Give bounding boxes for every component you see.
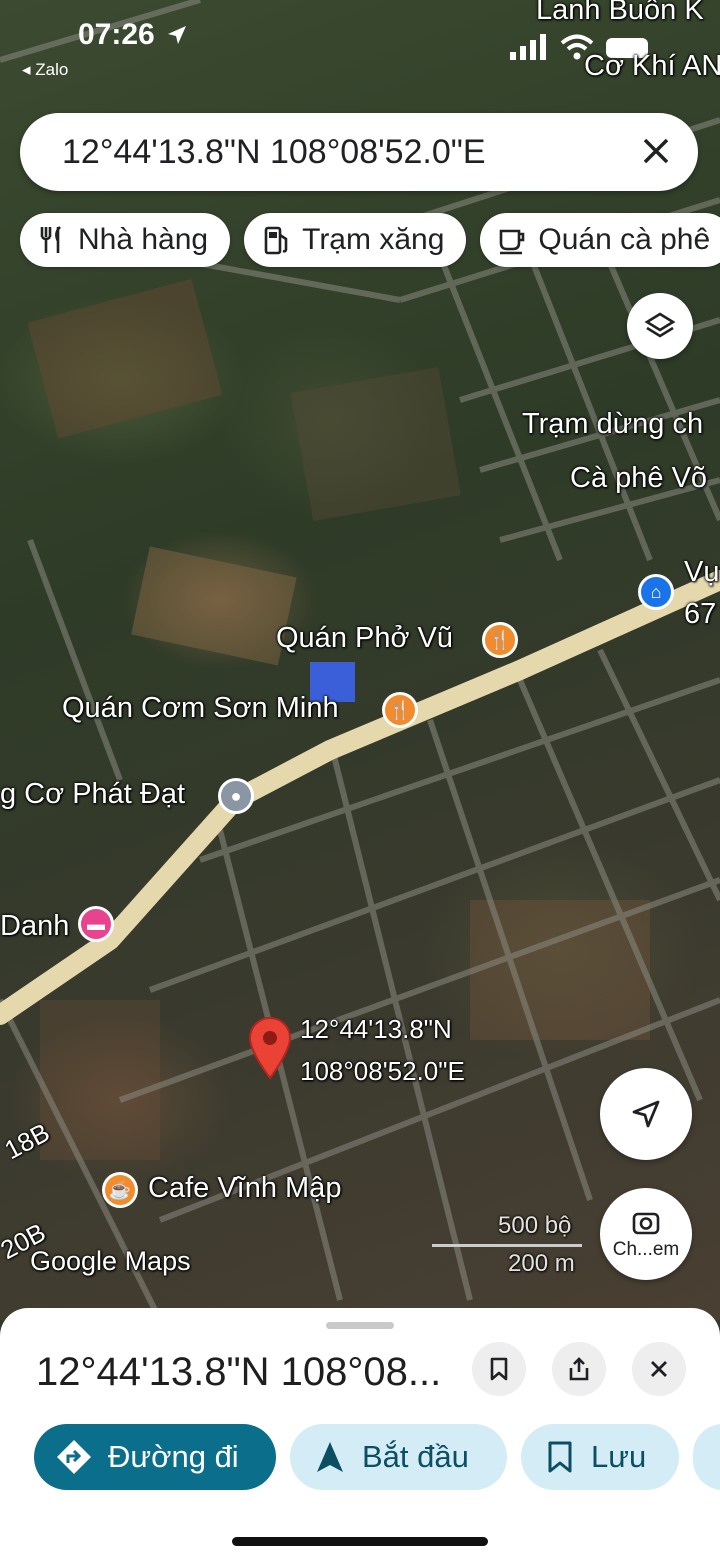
save-label: Lưu (591, 1439, 647, 1474)
cafe-pin-icon[interactable]: ☕ (102, 1172, 138, 1208)
pin-coordinates-lat: 12°44'13.8"N (300, 1014, 452, 1044)
map-label-cafe[interactable]: Cafe Vĩnh Mập (148, 1172, 341, 1205)
chip-coffee[interactable]: Quán cà phê (480, 213, 720, 267)
location-arrow-icon (168, 26, 186, 44)
map-label[interactable]: 67 (684, 598, 716, 631)
restaurant-pin-icon[interactable]: 🍴 (482, 622, 518, 658)
map-label-hotel[interactable]: Danh (0, 910, 69, 943)
map-label-restaurant[interactable]: Quán Cơm Sơn Minh (62, 692, 339, 725)
save-icon-button[interactable] (472, 1342, 526, 1396)
share-icon-button[interactable] (552, 1342, 606, 1396)
gas-station-icon (264, 226, 288, 255)
dropped-pin-icon[interactable] (248, 1016, 292, 1080)
close-icon (651, 1361, 667, 1377)
google-maps-logo: Google Maps (30, 1246, 191, 1276)
scale-feet: 500 bộ (498, 1212, 572, 1239)
navigation-arrow-icon (632, 1100, 660, 1128)
map-label-restaurant[interactable]: Quán Phở Vũ (276, 622, 453, 655)
chip-restaurants[interactable]: Nhà hàng (20, 213, 231, 267)
my-location-button[interactable] (600, 1068, 692, 1160)
save-button[interactable]: Lưu (521, 1424, 679, 1490)
place-bottom-sheet[interactable]: 12°44'13.8"N 108°08... Đường đi Bắt đầu (0, 1308, 720, 1560)
coffee-icon (500, 229, 525, 255)
directions-button[interactable]: Đường đi (34, 1424, 276, 1490)
camera-search-button[interactable]: Ch...em (600, 1188, 692, 1280)
map-label[interactable]: g Cơ Phát Đạt (0, 778, 185, 811)
category-chips: Nhà hàng Trạm xăng Quán cà phê (20, 213, 720, 267)
camera-icon (632, 1212, 660, 1235)
search-bar[interactable]: 12°44'13.8"N 108°08'52.0"E (20, 113, 698, 191)
restaurant-pin-icon[interactable]: 🍴 (382, 692, 418, 728)
restaurant-icon (40, 226, 61, 253)
search-query[interactable]: 12°44'13.8"N 108°08'52.0"E (62, 133, 486, 172)
place-title: 12°44'13.8"N 108°08... (36, 1350, 442, 1394)
start-button[interactable]: Bắt đầu (290, 1424, 507, 1490)
chip-gas-stations[interactable]: Trạm xăng (244, 213, 467, 267)
chip-label: Nhà hàng (78, 223, 209, 256)
directions-icon (57, 1440, 91, 1474)
close-sheet-button[interactable] (632, 1342, 686, 1396)
map-label[interactable]: Cà phê Võ (570, 462, 707, 495)
home-indicator[interactable] (232, 1537, 488, 1546)
share-icon (569, 1357, 589, 1381)
status-time: 07:26 (78, 18, 155, 51)
layers-icon (644, 312, 676, 338)
directions-label: Đường đi (108, 1439, 239, 1474)
map-label[interactable]: Lanh Buôn K (536, 0, 704, 27)
pin-coordinates-lng: 108°08'52.0"E (300, 1056, 465, 1086)
more-actions-button[interactable] (693, 1424, 720, 1490)
place-pin-icon[interactable]: ● (218, 778, 254, 814)
camera-label: Ch...em (612, 1239, 680, 1260)
bookmark-icon (548, 1441, 572, 1473)
map-label[interactable]: Vụ (684, 556, 719, 589)
map-label[interactable]: Trạm dừng ch (522, 408, 703, 441)
map-label[interactable]: Cơ Khí AN (584, 50, 720, 83)
clear-search-icon[interactable] (636, 131, 676, 171)
layers-button[interactable] (627, 293, 693, 359)
chip-label: Quán cà phê (538, 223, 711, 256)
shopping-pin-icon[interactable]: ⌂ (638, 574, 674, 610)
chip-label: Trạm xăng (302, 223, 445, 256)
sheet-drag-handle[interactable] (326, 1322, 394, 1329)
back-to-app-link[interactable]: ◂ Zalo (22, 60, 68, 80)
signal-icon (510, 34, 546, 60)
start-label: Bắt đầu (362, 1439, 469, 1474)
navigation-start-icon (317, 1442, 343, 1472)
scale-meters: 200 m (508, 1250, 575, 1277)
bookmark-icon (490, 1357, 508, 1381)
hotel-pin-icon[interactable]: ▬ (78, 906, 114, 942)
scale-bar (432, 1244, 582, 1247)
